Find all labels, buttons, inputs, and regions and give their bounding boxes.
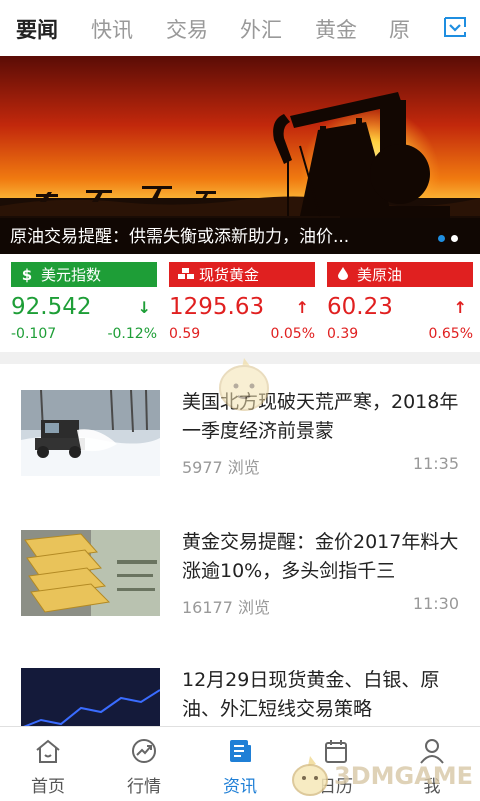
site-watermark: 3DMGAME [286, 752, 480, 800]
expand-down-icon[interactable] [442, 14, 468, 40]
mascot-watermark [212, 352, 276, 416]
nav-market[interactable]: 行情 [96, 727, 192, 801]
carousel-dot-1[interactable] [438, 235, 445, 242]
publish-time: 11:30 [412, 594, 459, 613]
market-quotes: $ 美元指数 92.542 ↓ -0.107 -0.12% 现货黄金 1295.… [0, 262, 480, 346]
quote-card-dollar-index[interactable]: $ 美元指数 92.542 ↓ -0.107 -0.12% [11, 262, 157, 346]
news-list-item[interactable]: 12月29日现货黄金、白银、原油、外汇短线交易策略 [0, 640, 480, 754]
quote-price: 60.23 [327, 294, 393, 320]
quote-percent: 0.65% [428, 326, 473, 342]
home-icon [34, 737, 62, 765]
quote-change: 0.59 [169, 326, 201, 342]
watermark-text: 3DMGAME [334, 762, 474, 790]
tab-waihui[interactable]: 外汇 [240, 14, 282, 44]
quote-price: 1295.63 [169, 294, 265, 320]
nav-label: 首页 [31, 777, 65, 797]
tab-kuaixun[interactable]: 快讯 [91, 14, 133, 44]
quote-change: -0.107 [11, 326, 57, 342]
quote-name: 现货黄金 [199, 266, 260, 284]
news-icon [226, 737, 254, 765]
snow-plow-thumbnail [21, 390, 160, 476]
quote-name: 美元指数 [41, 266, 102, 284]
nav-label: 资讯 [223, 777, 257, 797]
tab-yaowen[interactable]: 要闻 [16, 14, 58, 44]
tab-yuan[interactable]: 原 [389, 14, 410, 44]
banner-headline[interactable]: 原油交易提醒：供需失衡或添新助力，油价... [10, 222, 349, 247]
arrow-up-icon: ↑ [453, 298, 467, 317]
news-title[interactable]: 黄金交易提醒：金价2017年料大涨逾10%，多头剑指千三 [182, 528, 464, 586]
quote-name: 美原油 [357, 266, 403, 284]
oil-drop-icon [335, 266, 351, 284]
quote-card-spot-gold[interactable]: 现货黄金 1295.63 ↑ 0.59 0.05% [169, 262, 315, 346]
top-tab-bar: 要闻 快讯 交易 外汇 黄金 原 [0, 0, 480, 57]
carousel-indicator [438, 235, 458, 242]
dollar-icon: $ [21, 265, 33, 284]
trend-icon [130, 737, 158, 765]
nav-home[interactable]: 首页 [0, 727, 96, 801]
quote-price: 92.542 [11, 294, 92, 320]
news-title[interactable]: 12月29日现货黄金、白银、原油、外汇短线交易策略 [182, 666, 464, 724]
tab-jiaoyi[interactable]: 交易 [166, 14, 208, 44]
watermark-mascot-icon [292, 756, 328, 796]
arrow-up-icon: ↑ [295, 298, 309, 317]
quote-percent: -0.12% [107, 326, 157, 342]
nav-news[interactable]: 资讯 [192, 727, 288, 801]
news-banner[interactable]: 原油交易提醒：供需失衡或添新助力，油价... [0, 56, 480, 254]
gold-bars-icon [177, 266, 194, 284]
gold-bars-thumbnail [21, 530, 160, 616]
tab-huangjin[interactable]: 黄金 [315, 14, 357, 44]
view-count: 16177 浏览 [182, 598, 270, 617]
nav-label: 行情 [127, 777, 161, 797]
arrow-down-icon: ↓ [137, 298, 151, 317]
quote-card-us-crude[interactable]: 美原油 60.23 ↑ 0.39 0.65% [327, 262, 473, 346]
quote-percent: 0.05% [270, 326, 315, 342]
news-list-item[interactable]: 黄金交易提醒：金价2017年料大涨逾10%，多头剑指千三 16177 浏览 11… [0, 492, 480, 641]
view-count: 5977 浏览 [182, 458, 260, 477]
quote-change: 0.39 [327, 326, 359, 342]
carousel-dot-2[interactable] [451, 235, 458, 242]
publish-time: 11:35 [412, 454, 459, 473]
